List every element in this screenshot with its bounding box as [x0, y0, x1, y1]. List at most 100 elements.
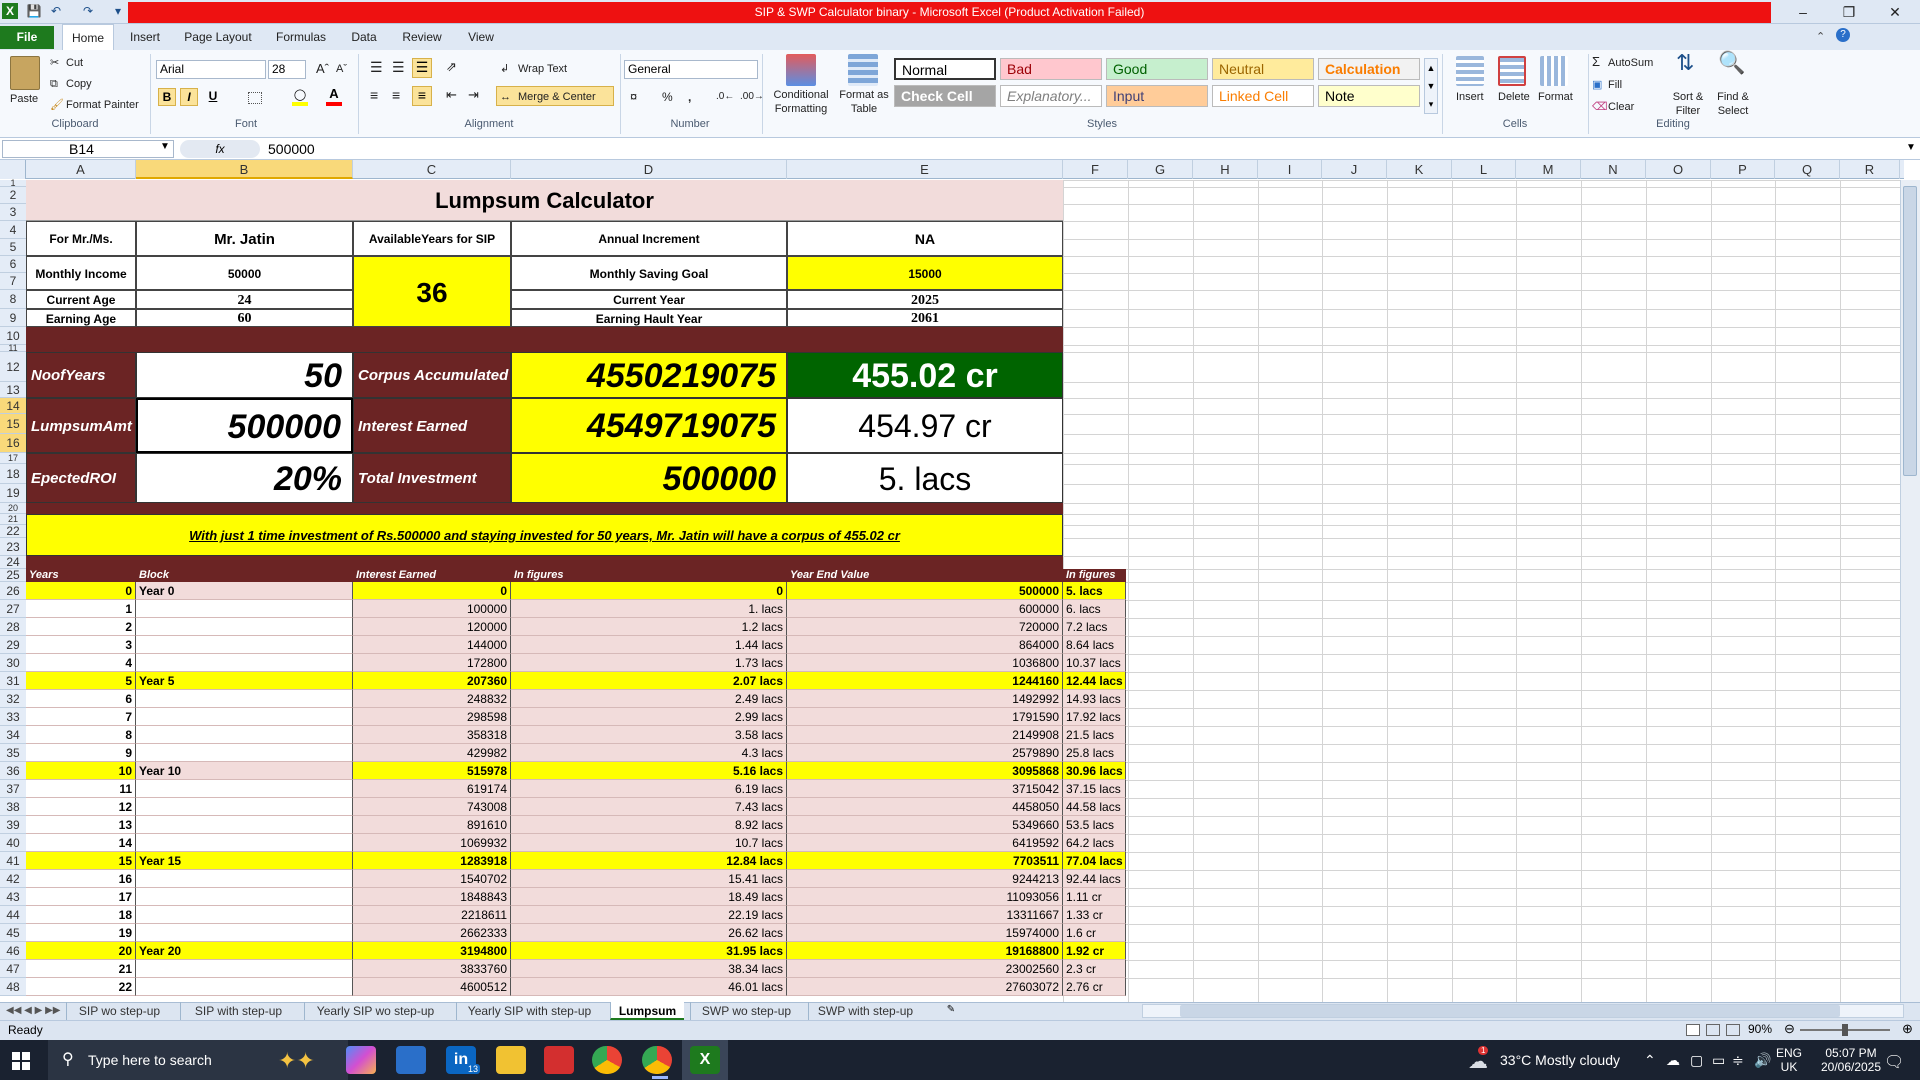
row-header[interactable]: 23: [0, 538, 26, 556]
table-cell-interest-figures[interactable]: 1.2 lacs: [511, 618, 787, 636]
years-value[interactable]: 50: [136, 352, 353, 398]
cell-style-neutral[interactable]: Neutral: [1212, 58, 1314, 80]
table-cell-year-end-value[interactable]: 23002560: [787, 960, 1063, 978]
table-cell-year-end-figures[interactable]: 1.92 cr: [1063, 942, 1126, 960]
column-header-i[interactable]: I: [1258, 160, 1322, 179]
table-cell-interest-figures[interactable]: 46.01 lacs: [511, 978, 787, 996]
notifications-icon[interactable]: 🗨: [1884, 1052, 1904, 1072]
column-header-g[interactable]: G: [1128, 160, 1193, 179]
copy-icon[interactable]: ⧉: [50, 77, 58, 91]
table-cell-year-end-figures[interactable]: 10.37 lacs: [1063, 654, 1126, 672]
meet-icon[interactable]: ▢: [1690, 1052, 1703, 1069]
file-explorer-icon[interactable]: [496, 1046, 526, 1074]
cell-style-calculation[interactable]: Calculation: [1318, 58, 1420, 80]
table-cell-year[interactable]: 10: [26, 762, 136, 780]
align-center-icon[interactable]: ≡: [392, 88, 400, 102]
table-cell-block[interactable]: [136, 654, 353, 672]
row-header[interactable]: 47: [0, 960, 26, 978]
row-header[interactable]: 39: [0, 816, 26, 834]
table-cell-interest-figures[interactable]: 31.95 lacs: [511, 942, 787, 960]
zoom-out-icon[interactable]: ⊖: [1784, 1021, 1795, 1037]
table-cell-year-end-figures[interactable]: 53.5 lacs: [1063, 816, 1126, 834]
table-cell-interest-figures[interactable]: 22.19 lacs: [511, 906, 787, 924]
align-bottom-icon[interactable]: ☰: [412, 58, 432, 78]
volume-icon[interactable]: 🔊: [1754, 1052, 1771, 1069]
table-cell-interest-earned[interactable]: 144000: [353, 636, 511, 654]
sheet-tab-swp-with-step-up[interactable]: SWP with step-up: [808, 1002, 922, 1020]
decrease-indent-icon[interactable]: ⇤: [446, 88, 457, 102]
monthly-saving-goal-value[interactable]: 15000: [787, 256, 1063, 290]
table-cell-interest-earned[interactable]: 207360: [353, 672, 511, 690]
table-cell-year-end-value[interactable]: 2149908: [787, 726, 1063, 744]
find-select-icon[interactable]: 🔍: [1718, 52, 1745, 74]
table-cell-block[interactable]: [136, 870, 353, 888]
table-cell-block[interactable]: [136, 600, 353, 618]
table-cell-year-end-value[interactable]: 2579890: [787, 744, 1063, 762]
row-header[interactable]: 17: [0, 453, 26, 464]
align-left-icon[interactable]: ≡: [370, 88, 378, 102]
row-header[interactable]: 48: [0, 978, 26, 996]
tab-file[interactable]: File: [0, 26, 54, 49]
table-cell-block[interactable]: [136, 636, 353, 654]
row-header[interactable]: 36: [0, 762, 26, 780]
zoom-in-icon[interactable]: ⊕: [1902, 1021, 1913, 1037]
increase-decimal-icon[interactable]: .0←: [716, 90, 734, 104]
onedrive-icon[interactable]: ☁: [1666, 1052, 1680, 1069]
table-cell-year-end-figures[interactable]: 77.04 lacs: [1063, 852, 1126, 870]
table-cell-block[interactable]: Year 15: [136, 852, 353, 870]
row-header[interactable]: 44: [0, 906, 26, 924]
name-box-dropdown-icon[interactable]: ▼: [160, 141, 170, 152]
sort-filter-button[interactable]: Sort & Filter: [1668, 90, 1708, 118]
align-right-icon[interactable]: ≡: [412, 86, 432, 106]
format-painter-button[interactable]: Format Painter: [66, 98, 139, 112]
horizontal-scroll-thumb[interactable]: [1180, 1005, 1840, 1017]
clear-button[interactable]: Clear: [1608, 100, 1634, 114]
table-cell-interest-figures[interactable]: 4.3 lacs: [511, 744, 787, 762]
font-name-select[interactable]: Arial: [156, 60, 266, 79]
table-cell-year-end-figures[interactable]: 1.6 cr: [1063, 924, 1126, 942]
table-cell-interest-figures[interactable]: 2.49 lacs: [511, 690, 787, 708]
row-header[interactable]: 16: [0, 434, 26, 453]
row-header[interactable]: 37: [0, 780, 26, 798]
chrome-icon[interactable]: [592, 1046, 622, 1074]
table-cell-interest-figures[interactable]: 3.58 lacs: [511, 726, 787, 744]
column-header-e[interactable]: E: [787, 160, 1063, 179]
ribbon-minimize-icon[interactable]: ⌃: [1816, 30, 1825, 43]
table-cell-year[interactable]: 11: [26, 780, 136, 798]
table-cell-block[interactable]: [136, 888, 353, 906]
table-cell-interest-earned[interactable]: 1069932: [353, 834, 511, 852]
table-cell-year-end-value[interactable]: 600000: [787, 600, 1063, 618]
table-cell-year[interactable]: 21: [26, 960, 136, 978]
table-cell-year-end-figures[interactable]: 37.15 lacs: [1063, 780, 1126, 798]
table-cell-year[interactable]: 2: [26, 618, 136, 636]
table-cell-interest-earned[interactable]: 3833760: [353, 960, 511, 978]
weather-text[interactable]: 33°C Mostly cloudy: [1500, 1052, 1620, 1068]
row-header[interactable]: 22: [0, 525, 26, 538]
table-cell-year-end-figures[interactable]: 21.5 lacs: [1063, 726, 1126, 744]
row-header[interactable]: 18: [0, 464, 26, 484]
table-cell-block[interactable]: Year 20: [136, 942, 353, 960]
cell-style-bad[interactable]: Bad: [1000, 58, 1102, 80]
row-header[interactable]: 34: [0, 726, 26, 744]
table-cell-block[interactable]: Year 0: [136, 582, 353, 600]
sheet-tab-yearly-sip-wo-step-up[interactable]: Yearly SIP wo step-up: [304, 1002, 446, 1020]
table-cell-interest-earned[interactable]: 100000: [353, 600, 511, 618]
table-cell-interest-figures[interactable]: 1.44 lacs: [511, 636, 787, 654]
row-header[interactable]: 9: [0, 309, 26, 327]
column-header-b[interactable]: B: [136, 160, 353, 179]
row-header[interactable]: 20: [0, 503, 26, 514]
restore-icon[interactable]: ❐: [1826, 0, 1872, 24]
row-header[interactable]: 3: [0, 204, 26, 221]
table-cell-year-end-figures[interactable]: 92.44 lacs: [1063, 870, 1126, 888]
cell-style-input[interactable]: Input: [1106, 85, 1208, 107]
table-cell-interest-figures[interactable]: 1.73 lacs: [511, 654, 787, 672]
table-cell-interest-earned[interactable]: 248832: [353, 690, 511, 708]
insert-button[interactable]: Insert: [1456, 90, 1484, 104]
acrobat-icon[interactable]: [544, 1046, 574, 1074]
table-cell-year[interactable]: 9: [26, 744, 136, 762]
table-cell-interest-figures[interactable]: 8.92 lacs: [511, 816, 787, 834]
table-cell-year[interactable]: 18: [26, 906, 136, 924]
table-cell-interest-earned[interactable]: 1540702: [353, 870, 511, 888]
normal-view-icon[interactable]: [1686, 1024, 1700, 1036]
zoom-level[interactable]: 90%: [1748, 1022, 1772, 1036]
